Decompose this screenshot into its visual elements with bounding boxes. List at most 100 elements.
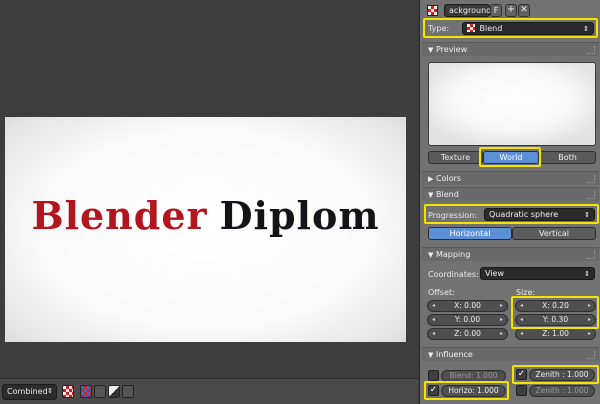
coordinates-label: Coordinates: bbox=[428, 270, 479, 279]
tab-both[interactable]: Both bbox=[539, 151, 596, 164]
render-preview-image: Blender Diplom bbox=[5, 117, 406, 342]
updown-arrow-icon: ⇕ bbox=[584, 270, 590, 278]
expanded-triangle-icon: ▼ bbox=[428, 351, 434, 359]
size-x-field[interactable]: ◂ X: 0.20 ▸ bbox=[515, 300, 596, 312]
new-texture-button[interactable]: + bbox=[505, 4, 517, 17]
render-pass-label: Combined bbox=[7, 387, 48, 396]
offset-x-field[interactable]: ◂ X: 0.00 ▸ bbox=[427, 300, 508, 312]
size-label: Size: bbox=[516, 288, 536, 297]
influence-section-header[interactable]: ▼ Influence bbox=[422, 347, 599, 361]
type-label: Type: bbox=[428, 24, 450, 33]
progression-value: Quadratic sphere bbox=[489, 210, 559, 219]
render-word-diplom: Diplom bbox=[219, 193, 380, 238]
texture-name: ackground bbox=[449, 6, 492, 15]
progression-label: Progression: bbox=[428, 211, 478, 220]
texture-icon bbox=[427, 5, 438, 16]
preview-section-header[interactable]: ▼ Preview bbox=[422, 42, 599, 56]
blend-checkbox[interactable] bbox=[428, 370, 439, 381]
image-viewport[interactable]: Blender Diplom bbox=[0, 0, 418, 378]
progression-select[interactable]: Quadratic sphere ⇕ bbox=[484, 208, 595, 221]
coordinates-value: View bbox=[485, 269, 504, 278]
blend-influence-field[interactable]: Blend: 1.000 bbox=[441, 370, 506, 382]
influence-title: Influence bbox=[436, 350, 473, 359]
zbuffer-icon[interactable] bbox=[122, 385, 134, 398]
increment-arrow-icon[interactable]: ▸ bbox=[500, 301, 503, 311]
offset-z-value: Z: 0.00 bbox=[454, 329, 481, 338]
fake-user-label: F bbox=[493, 6, 499, 15]
grip-icon bbox=[587, 191, 595, 199]
zenith-lower-influence-field[interactable]: Zenith : 1.000 bbox=[529, 385, 595, 397]
texture-checker-icon[interactable] bbox=[62, 385, 74, 398]
size-x-value: X: 0.20 bbox=[542, 301, 569, 310]
mapping-title: Mapping bbox=[436, 250, 471, 259]
tab-both-label: Both bbox=[558, 153, 577, 162]
grip-icon bbox=[587, 46, 595, 54]
updown-arrow-icon: ⇕ bbox=[47, 387, 53, 395]
increment-arrow-icon[interactable]: ▸ bbox=[588, 315, 591, 325]
size-z-field[interactable]: ◂ Z: 1.00 ▸ bbox=[515, 328, 596, 340]
horizon-influence-field[interactable]: Horizo: 1.000 bbox=[441, 385, 506, 397]
unlink-texture-button[interactable]: ✕ bbox=[518, 4, 530, 17]
blend-texture-icon bbox=[467, 24, 475, 32]
alpha-icon[interactable] bbox=[108, 385, 120, 398]
zenith-influence-field[interactable]: Zenith : 1.000 bbox=[529, 369, 595, 381]
texture-checker-active-icon[interactable] bbox=[80, 385, 92, 398]
decrement-arrow-icon[interactable]: ◂ bbox=[432, 315, 435, 325]
offset-label: Offset: bbox=[428, 288, 455, 297]
offset-z-field[interactable]: ◂ Z: 0.00 ▸ bbox=[427, 328, 508, 340]
tab-texture[interactable]: Texture bbox=[428, 151, 483, 164]
decrement-arrow-icon[interactable]: ◂ bbox=[520, 329, 523, 339]
increment-arrow-icon[interactable]: ▸ bbox=[588, 329, 591, 339]
increment-arrow-icon[interactable]: ▸ bbox=[588, 301, 591, 311]
type-select[interactable]: Blend ⇕ bbox=[462, 22, 594, 35]
increment-arrow-icon[interactable]: ▸ bbox=[500, 329, 503, 339]
vertical-label: Vertical bbox=[539, 229, 569, 238]
increment-arrow-icon[interactable]: ▸ bbox=[500, 315, 503, 325]
checkmark-icon: ✓ bbox=[517, 369, 526, 379]
blend-title: Blend bbox=[436, 190, 459, 199]
grip-icon bbox=[587, 175, 595, 183]
type-value: Blend bbox=[479, 24, 503, 33]
horizon-influence-value: Horizo: 1.000 bbox=[448, 386, 499, 395]
collapsed-triangle-icon: ▶ bbox=[428, 175, 434, 183]
size-y-field[interactable]: ◂ Y: 0.30 ▸ bbox=[515, 314, 596, 326]
horizon-checkbox[interactable]: ✓ bbox=[428, 385, 439, 396]
coordinates-select[interactable]: View ⇕ bbox=[480, 267, 595, 280]
zenith-lower-checkbox[interactable] bbox=[516, 385, 527, 396]
colors-section-header[interactable]: ▶ Colors bbox=[422, 171, 599, 185]
tab-world-label: World bbox=[499, 153, 523, 162]
horizontal-label: Horizontal bbox=[449, 229, 491, 238]
offset-x-value: X: 0.00 bbox=[454, 301, 481, 310]
colors-title: Colors bbox=[436, 174, 462, 183]
decrement-arrow-icon[interactable]: ◂ bbox=[432, 301, 435, 311]
direction-vertical-button[interactable]: Vertical bbox=[512, 227, 596, 240]
zenith-checkbox[interactable]: ✓ bbox=[516, 369, 527, 380]
fake-user-button[interactable]: F bbox=[490, 4, 502, 17]
image-editor-footer: Combined ⇕ bbox=[0, 378, 418, 404]
zenith-lower-influence-value: Zenith : 1.000 bbox=[535, 386, 589, 395]
direction-horizontal-button[interactable]: Horizontal bbox=[428, 227, 512, 240]
decrement-arrow-icon[interactable]: ◂ bbox=[432, 329, 435, 339]
channels-icon[interactable] bbox=[94, 385, 106, 398]
offset-y-field[interactable]: ◂ Y: 0.00 ▸ bbox=[427, 314, 508, 326]
render-pass-select[interactable]: Combined ⇕ bbox=[2, 384, 57, 400]
preview-title: Preview bbox=[436, 45, 468, 54]
close-icon: ✕ bbox=[520, 5, 528, 15]
expanded-triangle-icon: ▼ bbox=[428, 46, 434, 54]
updown-arrow-icon: ⇕ bbox=[584, 211, 590, 219]
grip-icon bbox=[587, 351, 595, 359]
mapping-section-header[interactable]: ▼ Mapping bbox=[422, 247, 599, 261]
decrement-arrow-icon[interactable]: ◂ bbox=[520, 315, 523, 325]
texture-preview-image bbox=[428, 62, 596, 146]
decrement-arrow-icon[interactable]: ◂ bbox=[520, 301, 523, 311]
offset-y-value: Y: 0.00 bbox=[454, 315, 481, 324]
texture-name-field[interactable]: ackground bbox=[444, 4, 492, 17]
blend-influence-value: Blend: 1.000 bbox=[449, 371, 498, 380]
expanded-triangle-icon: ▼ bbox=[428, 251, 434, 259]
texture-properties-panel: ackground F + ✕ Type: Blend ⇕ ▼ Preview T… bbox=[419, 0, 600, 404]
tab-texture-label: Texture bbox=[440, 153, 471, 162]
blend-section-header[interactable]: ▼ Blend bbox=[422, 187, 599, 201]
zenith-influence-value: Zenith : 1.000 bbox=[535, 370, 589, 379]
tab-world[interactable]: World bbox=[483, 151, 539, 164]
expanded-triangle-icon: ▼ bbox=[428, 191, 434, 199]
